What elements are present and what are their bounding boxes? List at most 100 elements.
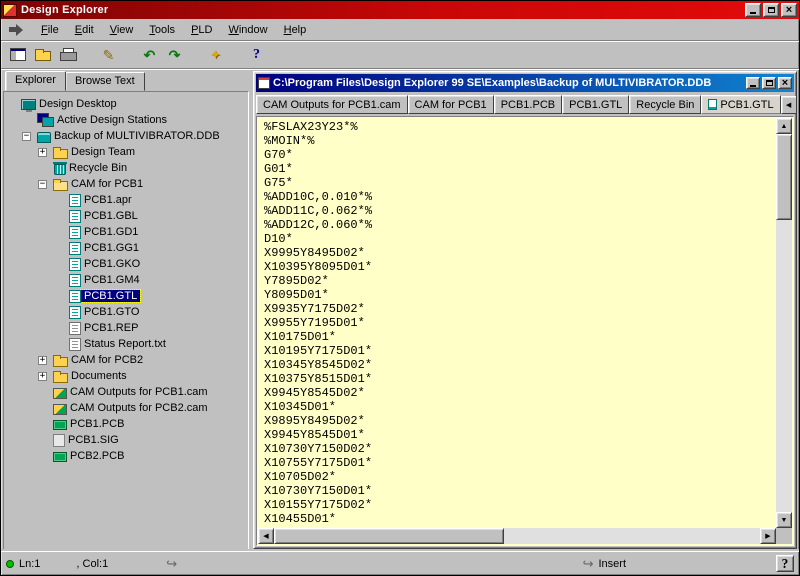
tree-item-label[interactable]: PCB1.GD1: [81, 226, 141, 238]
wand-button[interactable]: ✦: [203, 44, 228, 66]
folder-open-icon: [53, 181, 68, 191]
tree-item-label[interactable]: PCB1.GM4: [81, 274, 143, 286]
tree-item-status-report-txt[interactable]: Status Report.txt: [6, 336, 246, 352]
horizontal-scroll-track[interactable]: [274, 528, 760, 544]
document-tab-pcb1-pcb[interactable]: PCB1.PCB: [494, 95, 562, 114]
tree-item-pcb1-gg1[interactable]: PCB1.GG1: [6, 240, 246, 256]
tree-item-pcb1-gd1[interactable]: PCB1.GD1: [6, 224, 246, 240]
report-icon: [69, 306, 81, 319]
tree-item-design-desktop[interactable]: Design Desktop: [6, 96, 246, 112]
printer-button[interactable]: [55, 44, 80, 66]
restore-button[interactable]: [763, 3, 779, 17]
text-editor[interactable]: %FSLAX23Y23*% %MOIN*% G70* G01* G75* %AD…: [258, 118, 776, 528]
tree-item-active-design-stations[interactable]: Active Design Stations: [6, 112, 246, 128]
scroll-down-button[interactable]: ▼: [776, 512, 792, 528]
document-minimize-button[interactable]: [746, 77, 760, 89]
menu-view[interactable]: View: [102, 21, 142, 39]
menu-pld[interactable]: PLD: [183, 21, 220, 39]
tree-item-label[interactable]: PCB1.GTO: [81, 306, 142, 318]
tree-item-label[interactable]: Documents: [68, 370, 130, 382]
document-tab-pcb1-gtl[interactable]: PCB1.GTL: [701, 95, 780, 114]
horizontal-scrollbar[interactable]: ◀ ▶: [258, 528, 776, 544]
tree-item-pcb1-apr[interactable]: PCB1.apr: [6, 192, 246, 208]
tree-item-recycle-bin[interactable]: Recycle Bin: [6, 160, 246, 176]
left-tab-browse-text[interactable]: Browse Text: [65, 72, 145, 91]
document-close-button[interactable]: ×: [778, 77, 792, 89]
tree-item-label[interactable]: PCB1.REP: [81, 322, 141, 334]
tree-indent: [6, 312, 54, 313]
document-tab-recycle-bin[interactable]: Recycle Bin: [629, 95, 701, 114]
tree-item-cam-for-pcb1[interactable]: − CAM for PCB1: [6, 176, 246, 192]
open-folder-button[interactable]: [30, 44, 55, 66]
tree-item-label[interactable]: PCB1.GG1: [81, 242, 142, 254]
tree-item-cam-outputs-for-pcb1-cam[interactable]: CAM Outputs for PCB1.cam: [6, 384, 246, 400]
tree-item-pcb1-pcb[interactable]: PCB1.PCB: [6, 416, 246, 432]
plus-expander-icon[interactable]: +: [38, 356, 47, 365]
menu-window[interactable]: Window: [220, 21, 275, 39]
close-button[interactable]: ×: [781, 3, 797, 17]
tree-item-label[interactable]: PCB1.PCB: [67, 418, 127, 430]
tree-item-pcb1-gko[interactable]: PCB1.GKO: [6, 256, 246, 272]
tree-item-label[interactable]: PCB1.GKO: [81, 258, 143, 270]
scroll-left-button[interactable]: ◀: [258, 528, 274, 544]
tree-item-pcb1-rep[interactable]: PCB1.REP: [6, 320, 246, 336]
vertical-scroll-thumb[interactable]: [776, 134, 792, 220]
tree-item-pcb1-sig[interactable]: PCB1.SIG: [6, 432, 246, 448]
tree-item-label[interactable]: CAM for PCB2: [68, 354, 146, 366]
tree-item-label[interactable]: Recycle Bin: [66, 162, 130, 174]
document-tab-pcb1-gtl[interactable]: PCB1.GTL: [562, 95, 629, 114]
menu-tools[interactable]: Tools: [141, 21, 183, 39]
left-tab-explorer[interactable]: Explorer: [5, 71, 66, 91]
tree-item-label[interactable]: Backup of MULTIVIBRATOR.DDB: [51, 130, 223, 142]
tree-item-label[interactable]: PCB1.GTL: [81, 290, 140, 302]
undo-button[interactable]: ↶: [137, 44, 162, 66]
tree-item-label[interactable]: PCB1.SIG: [65, 434, 122, 446]
pencil-button[interactable]: ✎: [96, 44, 121, 66]
tree-item-label[interactable]: PCB1.apr: [81, 194, 135, 206]
scroll-right-button[interactable]: ▶: [760, 528, 776, 544]
tree-item-label[interactable]: Design Team: [68, 146, 138, 158]
tree-item-label[interactable]: CAM Outputs for PCB1.cam: [67, 386, 211, 398]
minimize-button[interactable]: [745, 3, 761, 17]
tree-item-label[interactable]: CAM Outputs for PCB2.cam: [67, 402, 211, 414]
status-help-button[interactable]: ?: [776, 555, 794, 572]
tree-item-label[interactable]: PCB1.GBL: [81, 210, 141, 222]
tree-item-label[interactable]: Active Design Stations: [54, 114, 170, 126]
document-tab-cam-outputs-for-pcb1-cam[interactable]: CAM Outputs for PCB1.cam: [256, 95, 408, 114]
tree-item-pcb2-pcb[interactable]: PCB2.PCB: [6, 448, 246, 464]
tree-item-cam-outputs-for-pcb2-cam[interactable]: CAM Outputs for PCB2.cam: [6, 400, 246, 416]
horizontal-scroll-thumb[interactable]: [274, 528, 504, 544]
scroll-up-button[interactable]: ▲: [776, 118, 792, 134]
vertical-scroll-track[interactable]: [776, 134, 792, 512]
minus-expander-icon[interactable]: −: [22, 132, 31, 141]
help-button[interactable]: ?: [244, 44, 269, 66]
document-tab-cam-for-pcb1[interactable]: CAM for PCB1: [408, 95, 494, 114]
tree-item-label[interactable]: PCB2.PCB: [67, 450, 127, 462]
tree-item-pcb1-gm4[interactable]: PCB1.GM4: [6, 272, 246, 288]
tree-item-pcb1-gto[interactable]: PCB1.GTO: [6, 304, 246, 320]
tree-item-label[interactable]: Status Report.txt: [81, 338, 169, 350]
design-manager-button[interactable]: [5, 44, 30, 66]
plus-expander-icon[interactable]: +: [38, 148, 47, 157]
column-indicator: , Col:1: [76, 558, 108, 570]
wand-icon: ✦: [210, 48, 221, 61]
menu-help[interactable]: Help: [276, 21, 315, 39]
tree-item-documents[interactable]: + Documents: [6, 368, 246, 384]
system-menu-arrow-icon[interactable]: [9, 24, 23, 36]
tree-item-cam-for-pcb2[interactable]: + CAM for PCB2: [6, 352, 246, 368]
vertical-scrollbar[interactable]: ▲ ▼: [776, 118, 792, 528]
tab-scroll-left-button[interactable]: ◀: [781, 96, 796, 114]
tree-item-backup-of-multivibrator-ddb[interactable]: − Backup of MULTIVIBRATOR.DDB: [6, 128, 246, 144]
tree-item-label[interactable]: Design Desktop: [36, 98, 120, 110]
tree-item-label[interactable]: CAM for PCB1: [68, 178, 146, 190]
tree-item-pcb1-gbl[interactable]: PCB1.GBL: [6, 208, 246, 224]
minus-expander-icon[interactable]: −: [38, 180, 47, 189]
cam-icon: [53, 404, 67, 415]
tree-item-pcb1-gtl[interactable]: PCB1.GTL: [6, 288, 246, 304]
plus-expander-icon[interactable]: +: [38, 372, 47, 381]
tree-item-design-team[interactable]: + Design Team: [6, 144, 246, 160]
menu-edit[interactable]: Edit: [67, 21, 102, 39]
menu-file[interactable]: File: [33, 21, 67, 39]
redo-button[interactable]: ↷: [162, 44, 187, 66]
document-restore-button[interactable]: [762, 77, 776, 89]
